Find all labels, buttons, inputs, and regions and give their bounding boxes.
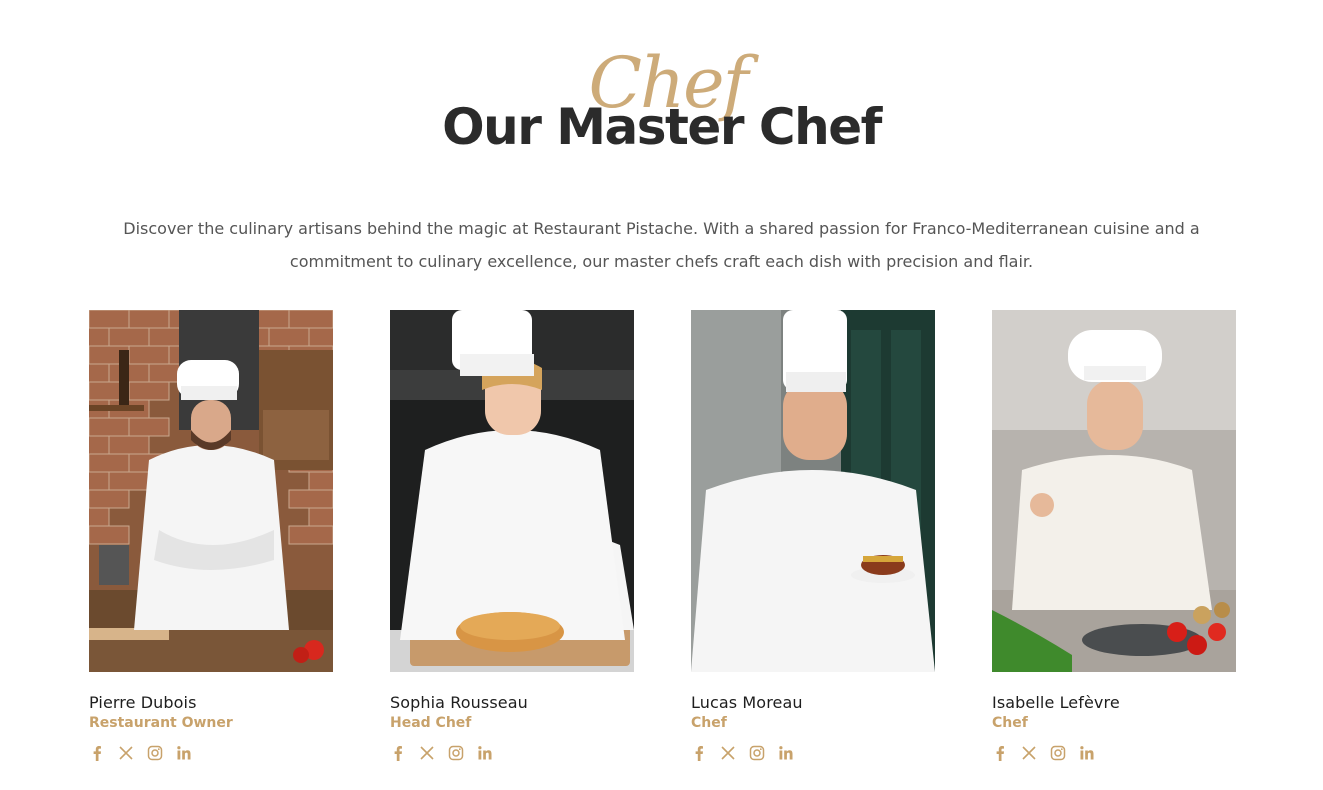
chef-role: Head Chef [390, 715, 472, 731]
chef-card: Pierre Dubois Restaurant Owner [89, 310, 333, 761]
x-twitter-icon[interactable] [720, 745, 736, 761]
x-twitter-icon[interactable] [1021, 745, 1037, 761]
chef-name: Sophia Rousseau [390, 693, 528, 712]
social-links [992, 745, 1236, 761]
social-links [390, 745, 634, 761]
chef-card: Lucas Moreau Chef [691, 310, 935, 761]
chef-name: Lucas Moreau [691, 693, 803, 712]
linkedin-icon[interactable] [1079, 745, 1095, 761]
linkedin-icon[interactable] [477, 745, 493, 761]
instagram-icon[interactable] [147, 745, 163, 761]
instagram-icon[interactable] [448, 745, 464, 761]
section-intro: Discover the culinary artisans behind th… [123, 219, 1200, 271]
chef-photo [992, 310, 1236, 672]
linkedin-icon[interactable] [778, 745, 794, 761]
chef-role: Chef [992, 715, 1028, 731]
chef-role: Chef [691, 715, 727, 731]
x-twitter-icon[interactable] [419, 745, 435, 761]
social-links [691, 745, 935, 761]
social-links [89, 745, 333, 761]
chef-role: Restaurant Owner [89, 715, 233, 731]
facebook-icon[interactable] [992, 745, 1008, 761]
chef-photo [89, 310, 333, 672]
section-heading: Chef Our Master Chef [0, 40, 1323, 170]
chef-cards: Pierre Dubois Restaurant Owner Sophia Ro… [89, 310, 1236, 761]
instagram-icon[interactable] [749, 745, 765, 761]
facebook-icon[interactable] [691, 745, 707, 761]
chef-section: Chef Our Master Chef Discover the culina… [0, 0, 1323, 790]
chef-name: Isabelle Lefèvre [992, 693, 1120, 712]
chef-card: Isabelle Lefèvre Chef [992, 310, 1236, 761]
instagram-icon[interactable] [1050, 745, 1066, 761]
linkedin-icon[interactable] [176, 745, 192, 761]
chef-photo [691, 310, 935, 672]
chef-photo [390, 310, 634, 672]
page-title: Our Master Chef [442, 98, 882, 156]
facebook-icon[interactable] [89, 745, 105, 761]
chef-name: Pierre Dubois [89, 693, 197, 712]
facebook-icon[interactable] [390, 745, 406, 761]
x-twitter-icon[interactable] [118, 745, 134, 761]
chef-card: Sophia Rousseau Head Chef [390, 310, 634, 761]
